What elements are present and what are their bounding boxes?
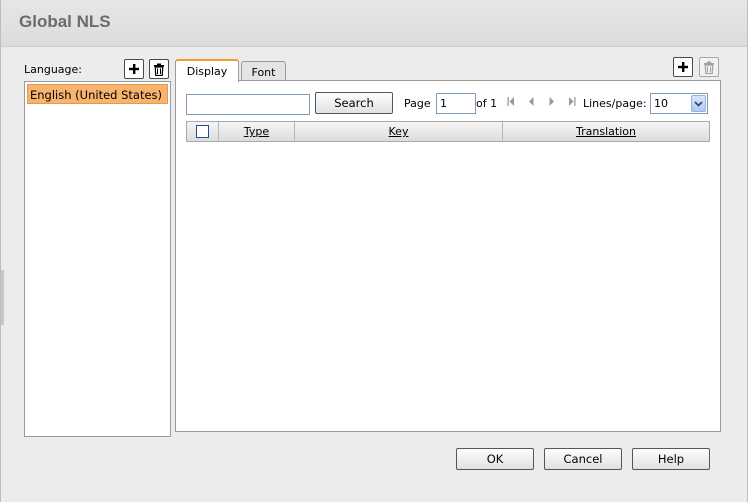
- dialog-title: Global NLS: [19, 12, 111, 31]
- ok-button-label: OK: [486, 452, 504, 466]
- lines-per-page-value: 10: [654, 97, 668, 110]
- select-all-column: [187, 122, 219, 141]
- delete-language-button[interactable]: [149, 59, 169, 79]
- language-list[interactable]: English (United States): [24, 81, 171, 437]
- column-type-label: Type: [243, 125, 270, 138]
- plus-icon: [678, 62, 688, 72]
- add-entry-button[interactable]: [673, 57, 693, 77]
- column-translation-label: Translation: [576, 125, 636, 138]
- next-page-icon[interactable]: [549, 97, 555, 106]
- search-button[interactable]: Search: [315, 92, 393, 114]
- display-panel: Search Page 1 of 1 Lines/page: 10 Type K…: [175, 80, 721, 432]
- cancel-button[interactable]: Cancel: [544, 448, 622, 470]
- title-bar[interactable]: Global NLS: [1, 0, 747, 47]
- page-number-input[interactable]: 1: [436, 93, 476, 114]
- column-translation[interactable]: Translation: [503, 122, 709, 141]
- help-button-label: Help: [657, 452, 685, 466]
- column-key-label: Key: [388, 125, 409, 138]
- trash-icon: [154, 63, 164, 76]
- tab-font[interactable]: Font: [241, 61, 286, 82]
- tab-font-label: Font: [251, 65, 276, 79]
- ok-button[interactable]: OK: [456, 448, 534, 470]
- grid-header: Type Key Translation: [186, 121, 710, 142]
- chevron-down-icon: [694, 100, 703, 107]
- select-all-checkbox[interactable]: [196, 125, 209, 138]
- lines-per-page-label: Lines/page:: [583, 97, 647, 110]
- help-button[interactable]: Help: [632, 448, 710, 470]
- delete-entry-button[interactable]: [699, 57, 719, 77]
- column-type[interactable]: Type: [219, 122, 295, 141]
- search-input[interactable]: [186, 94, 310, 115]
- column-key[interactable]: Key: [295, 122, 503, 141]
- tab-display[interactable]: Display: [175, 59, 239, 82]
- page-label: Page: [404, 97, 431, 110]
- window-edge-handle: [1, 270, 4, 325]
- trash-icon: [704, 61, 714, 74]
- tab-display-label: Display: [186, 65, 228, 78]
- search-button-label: Search: [334, 96, 374, 110]
- dropdown-arrow[interactable]: [691, 95, 706, 112]
- add-language-button[interactable]: [124, 59, 144, 79]
- prev-page-icon[interactable]: [528, 97, 534, 106]
- lines-per-page-select[interactable]: 10: [650, 93, 708, 114]
- page-count-label: of 1: [476, 97, 498, 110]
- language-item-english-us[interactable]: English (United States): [27, 84, 168, 104]
- global-nls-dialog: Global NLS Language: English (United Sta…: [0, 0, 748, 502]
- first-page-icon[interactable]: [507, 97, 515, 106]
- plus-icon: [129, 64, 139, 74]
- last-page-icon[interactable]: [568, 97, 576, 106]
- language-label: Language:: [24, 63, 82, 76]
- cancel-button-label: Cancel: [563, 452, 603, 466]
